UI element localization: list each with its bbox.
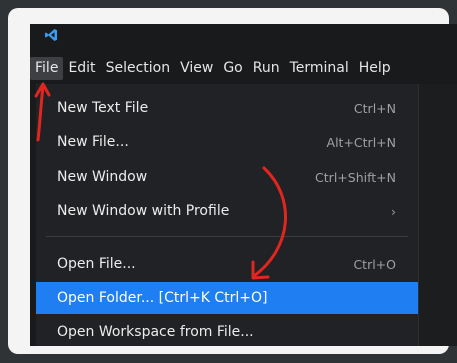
menu-item-open-workspace[interactable]: Open Workspace from File... — [36, 316, 418, 346]
file-menu-dropdown: New Text File Ctrl+N New File... Alt+Ctr… — [36, 84, 419, 346]
menu-item-label: New Text File — [57, 100, 149, 116]
menu-item-label: New Window — [57, 169, 148, 185]
menu-item-label: Open Folder... [Ctrl+K Ctrl+O] — [57, 290, 268, 306]
vscode-window: File Edit Selection View Go Run Terminal… — [30, 24, 457, 346]
menu-terminal[interactable]: Terminal — [285, 57, 354, 80]
menu-file[interactable]: File — [30, 56, 64, 80]
menu-item-label: Open File... — [57, 256, 136, 272]
menu-separator — [46, 236, 408, 237]
chevron-right-icon: › — [391, 203, 396, 219]
menu-item-label: New File... — [57, 134, 129, 150]
menu-view[interactable]: View — [175, 57, 218, 80]
vscode-logo-icon — [45, 29, 57, 41]
editor-area — [419, 84, 457, 346]
menu-go[interactable]: Go — [218, 57, 247, 80]
menu-bar: File Edit Selection View Go Run Terminal… — [30, 56, 457, 80]
menu-item-new-window[interactable]: New Window Ctrl+Shift+N — [36, 161, 418, 193]
menu-item-shortcut: Ctrl+N — [353, 100, 396, 116]
menu-item-open-file[interactable]: Open File... Ctrl+O — [36, 248, 418, 280]
menu-item-shortcut: Alt+Ctrl+N — [326, 134, 396, 150]
menu-item-shortcut: Ctrl+Shift+N — [315, 169, 396, 185]
menu-run[interactable]: Run — [248, 57, 285, 80]
menu-selection[interactable]: Selection — [101, 57, 176, 80]
menu-item-new-window-with-profile[interactable]: New Window with Profile › — [36, 195, 418, 227]
menu-item-new-file[interactable]: New File... Alt+Ctrl+N — [36, 126, 418, 158]
menu-item-open-folder[interactable]: Open Folder... [Ctrl+K Ctrl+O] — [36, 282, 418, 314]
menu-item-label: Open Workspace from File... — [57, 324, 254, 340]
menu-item-label: New Window with Profile — [57, 203, 230, 219]
menu-help[interactable]: Help — [354, 57, 396, 80]
menu-item-new-text-file[interactable]: New Text File Ctrl+N — [36, 92, 418, 124]
menu-edit[interactable]: Edit — [63, 57, 100, 80]
menu-item-shortcut: Ctrl+O — [353, 256, 396, 272]
